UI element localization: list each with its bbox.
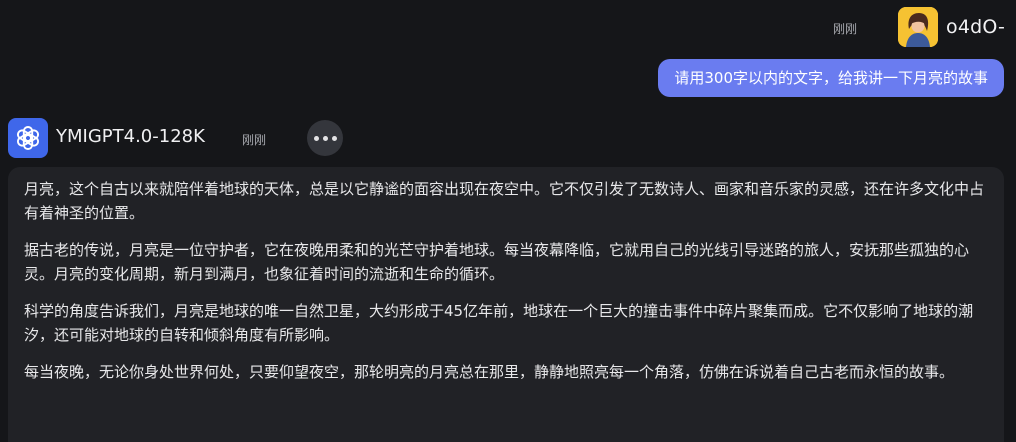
user-message-bubble: 请用300字以内的文字，给我讲一下月亮的故事 <box>658 59 1004 97</box>
assistant-avatar[interactable] <box>8 118 48 158</box>
user-message-time: 刚刚 <box>833 22 858 36</box>
assistant-paragraph: 据古老的传说，月亮是一位守护者，它在夜晚用柔和的光芒守护着地球。每当夜幕降临，它… <box>24 241 970 283</box>
assistant-paragraph: 月亮，这个自古以来就陪伴着地球的天体，总是以它静谧的面容出现在夜空中。它不仅引发… <box>24 180 985 222</box>
user-avatar-illustration <box>898 7 938 47</box>
more-options-button[interactable] <box>307 120 343 156</box>
user-name: o4dO- <box>946 16 1006 38</box>
assistant-message-bubble: 月亮，这个自古以来就陪伴着地球的天体，总是以它静谧的面容出现在夜空中。它不仅引发… <box>8 167 1004 442</box>
user-avatar[interactable] <box>898 7 938 47</box>
more-dots-icon <box>322 135 328 141</box>
more-dots-icon <box>313 135 319 141</box>
chat-view: 刚刚 o4dO- 请用300字以内的文字，给我讲一下月亮的故事 YMIGPT4.… <box>0 0 1016 442</box>
assistant-paragraph: 科学的角度告诉我们，月亮是地球的唯一自然卫星，大约形成于45亿年前，地球在一个巨… <box>24 302 974 344</box>
assistant-paragraph: 每当夜晚，无论你身处世界何处，只要仰望夜空，那轮明亮的月亮总在那里，静静地照亮每… <box>24 363 955 381</box>
assistant-message-time: 刚刚 <box>242 133 267 147</box>
openai-logo-icon <box>16 126 40 150</box>
assistant-name: YMIGPT4.0-128K <box>56 126 205 147</box>
more-dots-icon <box>331 135 337 141</box>
